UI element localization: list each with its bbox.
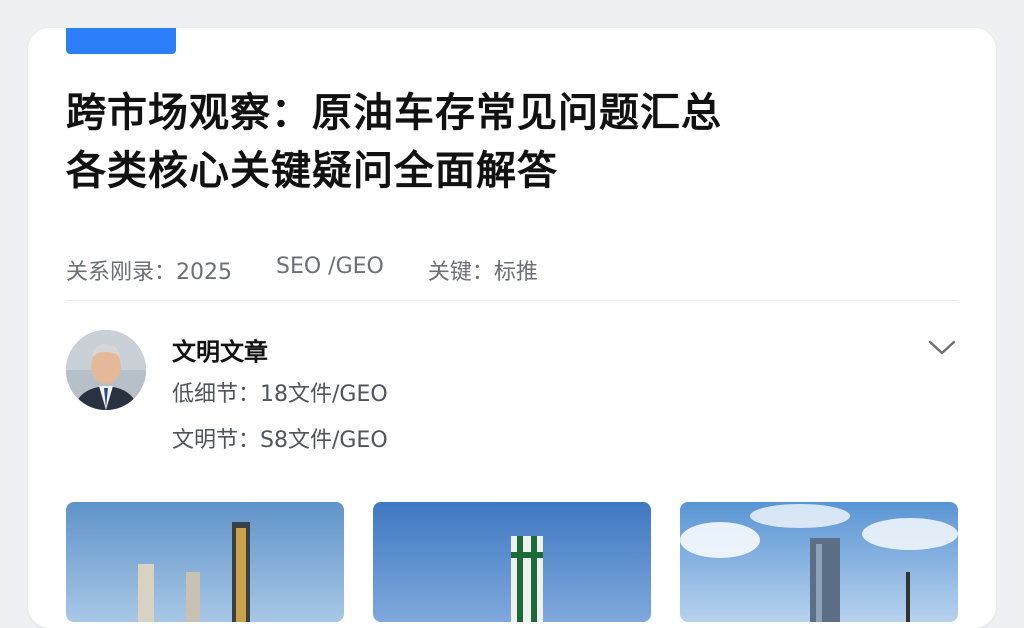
chevron-down-icon[interactable] [926,336,958,360]
divider [66,300,958,301]
author-detail-2: 文明节：S8文件/GEO [172,428,388,453]
photo-gallery [66,502,958,622]
title-line-1: 跨市场观察：原油车存常见问题汇总 [66,90,722,136]
avatar[interactable] [66,330,146,410]
article-title: 跨市场观察：原油车存常见问题汇总 各类核心关键疑问全面解答 [66,84,966,200]
meta-category: SEO /GEO [276,254,384,279]
meta-keyword: 关键：标推 [427,260,538,285]
author-block: 文明文章 低细节：18文件/GEO 文明节：S8文件/GEO [66,330,958,470]
author-name[interactable]: 文明文章 [172,332,268,367]
article-meta: 关系刚录：2025 SEO /GEO 关键：标推 [66,254,538,286]
category-tag-bar [66,28,176,54]
meta-date: 关系刚录：2025 [66,260,232,285]
title-line-2: 各类核心关键疑问全面解答 [66,148,558,194]
city-photo-3[interactable] [680,502,958,622]
city-photo-1[interactable] [66,502,344,622]
author-detail-1: 低细节：18文件/GEO [172,382,388,407]
article-card: 跨市场观察：原油车存常见问题汇总 各类核心关键疑问全面解答 关系刚录：2025 … [28,28,996,628]
city-photo-2[interactable] [373,502,651,622]
